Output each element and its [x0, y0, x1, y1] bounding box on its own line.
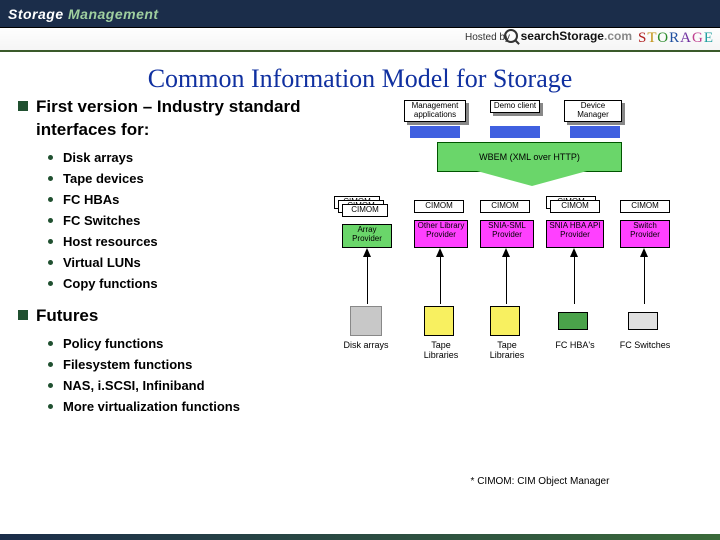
- dot-bullet-icon: [48, 197, 53, 202]
- brand-word-b: Management: [68, 6, 159, 22]
- storage-color-logo: STORAGE: [638, 30, 714, 47]
- provider-box: Switch Provider: [620, 220, 670, 248]
- cimom-box: CIMOM: [414, 200, 464, 213]
- diagram-box: Demo client: [490, 100, 540, 113]
- list-item-text: More virtualization functions: [63, 399, 240, 414]
- list-item: More virtualization functions: [48, 399, 358, 414]
- provider-box: Array Provider: [342, 224, 392, 248]
- section-heading: Futures: [18, 305, 358, 328]
- architecture-diagram: Management applications Demo client Devi…: [362, 100, 712, 460]
- list-item-text: Host resources: [63, 234, 158, 249]
- list-item-text: Filesystem functions: [63, 357, 192, 372]
- square-bullet-icon: [18, 101, 28, 111]
- bullet-content: First version – Industry standard interf…: [18, 96, 358, 428]
- section-heading-text: First version – Industry standard interf…: [36, 96, 358, 142]
- connector-line: [574, 256, 575, 304]
- list-item-text: Policy functions: [63, 336, 163, 351]
- cimom-box: CIMOM: [342, 204, 388, 217]
- list-item: Filesystem functions: [48, 357, 358, 372]
- dot-bullet-icon: [48, 155, 53, 160]
- hba-card-icon: [558, 312, 588, 330]
- bottom-bar: [0, 534, 720, 540]
- list-item-text: FC Switches: [63, 213, 140, 228]
- search-brand-b: Storage: [559, 29, 604, 43]
- arrow-up-icon: [363, 248, 371, 257]
- search-brand-a: search: [521, 29, 560, 43]
- page-title: Common Information Model for Storage: [0, 64, 720, 94]
- arrow-tip-icon: [477, 171, 587, 186]
- sub-bar: Hosted by searchStorage.com STORAGE: [0, 28, 720, 52]
- wbem-arrow: WBEM (XML over HTTP): [417, 142, 642, 188]
- list-item: FC HBAs: [48, 192, 358, 207]
- list-item-text: Disk arrays: [63, 150, 133, 165]
- dot-bullet-icon: [48, 176, 53, 181]
- cimom-box: CIMOM: [620, 200, 670, 213]
- dot-bullet-icon: [48, 260, 53, 265]
- server-icon: [490, 126, 540, 138]
- connector-line: [367, 256, 368, 304]
- list-item: Policy functions: [48, 336, 358, 351]
- arrow-up-icon: [436, 248, 444, 257]
- cimom-box: CIMOM: [480, 200, 530, 213]
- connector-line: [440, 256, 441, 304]
- list-item-text: Virtual LUNs: [63, 255, 141, 270]
- provider-box: SNIA HBA API Provider: [546, 220, 604, 248]
- tape-library-icon: [424, 306, 454, 336]
- sub-list: Disk arrays Tape devices FC HBAs FC Swit…: [48, 150, 358, 291]
- cimom-box: CIMOM: [550, 200, 600, 213]
- arrow-up-icon: [640, 248, 648, 257]
- diagram-box: Device Manager: [564, 100, 622, 122]
- square-bullet-icon: [18, 310, 28, 320]
- device-label: FC Switches: [614, 340, 676, 350]
- diagram-box: Management applications: [404, 100, 466, 122]
- footnote: * CIMOM: CIM Object Manager: [460, 476, 620, 488]
- brand-word-a: Storage: [8, 6, 64, 22]
- search-brand-c: .com: [604, 29, 632, 43]
- connector-line: [644, 256, 645, 304]
- provider-box: SNIA-SML Provider: [480, 220, 534, 248]
- device-label: FC HBA's: [548, 340, 602, 350]
- list-item-text: Tape devices: [63, 171, 144, 186]
- dot-bullet-icon: [48, 281, 53, 286]
- list-item: Disk arrays: [48, 150, 358, 165]
- list-item: Copy functions: [48, 276, 358, 291]
- brand-logo: Storage Management: [8, 6, 159, 22]
- list-item-text: FC HBAs: [63, 192, 119, 207]
- arrow-up-icon: [502, 248, 510, 257]
- server-icon: [410, 126, 460, 138]
- list-item: Host resources: [48, 234, 358, 249]
- provider-box: Other Library Provider: [414, 220, 468, 248]
- dot-bullet-icon: [48, 362, 53, 367]
- switch-icon: [628, 312, 658, 330]
- list-item: Virtual LUNs: [48, 255, 358, 270]
- list-item-text: Copy functions: [63, 276, 158, 291]
- list-item: FC Switches: [48, 213, 358, 228]
- connector-line: [506, 256, 507, 304]
- device-label: Tape Libraries: [414, 340, 468, 360]
- search-storage-logo: searchStorage.com: [504, 29, 632, 43]
- device-label: Tape Libraries: [480, 340, 534, 360]
- magnifier-icon: [504, 29, 518, 43]
- top-bar: Storage Management: [0, 0, 720, 28]
- disk-array-icon: [350, 306, 382, 336]
- list-item: NAS, i.SCSI, Infiniband: [48, 378, 358, 393]
- dot-bullet-icon: [48, 239, 53, 244]
- dot-bullet-icon: [48, 383, 53, 388]
- server-icon: [570, 126, 620, 138]
- tape-library-icon: [490, 306, 520, 336]
- dot-bullet-icon: [48, 218, 53, 223]
- list-item: Tape devices: [48, 171, 358, 186]
- section-heading-text: Futures: [36, 305, 98, 328]
- list-item-text: NAS, i.SCSI, Infiniband: [63, 378, 205, 393]
- section-heading: First version – Industry standard interf…: [18, 96, 358, 142]
- device-label: Disk arrays: [336, 340, 396, 350]
- dot-bullet-icon: [48, 404, 53, 409]
- arrow-label: WBEM (XML over HTTP): [437, 142, 622, 172]
- arrow-up-icon: [570, 248, 578, 257]
- sub-list: Policy functions Filesystem functions NA…: [48, 336, 358, 414]
- dot-bullet-icon: [48, 341, 53, 346]
